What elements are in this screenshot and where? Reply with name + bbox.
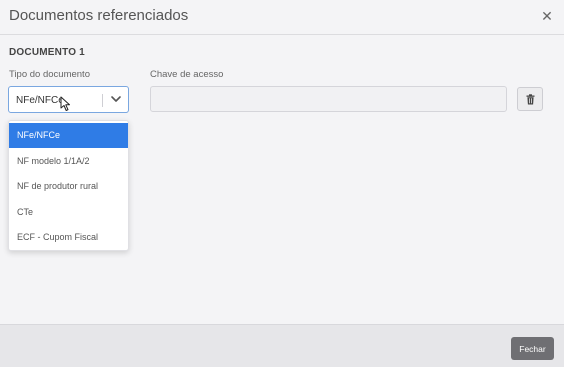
dropdown-option[interactable]: NF modelo 1/1A/2 xyxy=(9,149,128,174)
dropdown-option[interactable]: NFe/NFCe xyxy=(9,123,128,148)
modal-title: Documentos referenciados xyxy=(9,7,189,24)
modal-header: Documentos referenciados ✕ xyxy=(0,0,564,35)
document-type-dropdown-menu: NFe/NFCe NF modelo 1/1A/2 NF de produtor… xyxy=(8,120,129,251)
mouse-cursor-icon xyxy=(60,96,70,111)
dropdown-option[interactable]: CTe xyxy=(9,200,128,225)
close-icon[interactable]: ✕ xyxy=(540,8,554,24)
modal-footer: Fechar xyxy=(0,324,564,367)
select-separator xyxy=(102,94,103,107)
delete-document-button[interactable] xyxy=(517,87,543,111)
access-key-label: Chave de acesso xyxy=(150,69,224,80)
document-heading: DOCUMENTO 1 xyxy=(9,47,85,58)
trash-icon xyxy=(526,94,535,105)
chevron-down-icon[interactable] xyxy=(110,93,122,105)
document-type-selected-value: NFe/NFCe xyxy=(16,95,64,106)
access-key-input[interactable] xyxy=(150,86,507,112)
dropdown-option[interactable]: ECF - Cupom Fiscal xyxy=(9,225,128,250)
referenced-documents-modal: Documentos referenciados ✕ DOCUMENTO 1 T… xyxy=(0,0,564,367)
dropdown-option[interactable]: NF de produtor rural xyxy=(9,174,128,199)
close-button[interactable]: Fechar xyxy=(511,337,554,360)
document-type-label: Tipo do documento xyxy=(9,69,90,80)
